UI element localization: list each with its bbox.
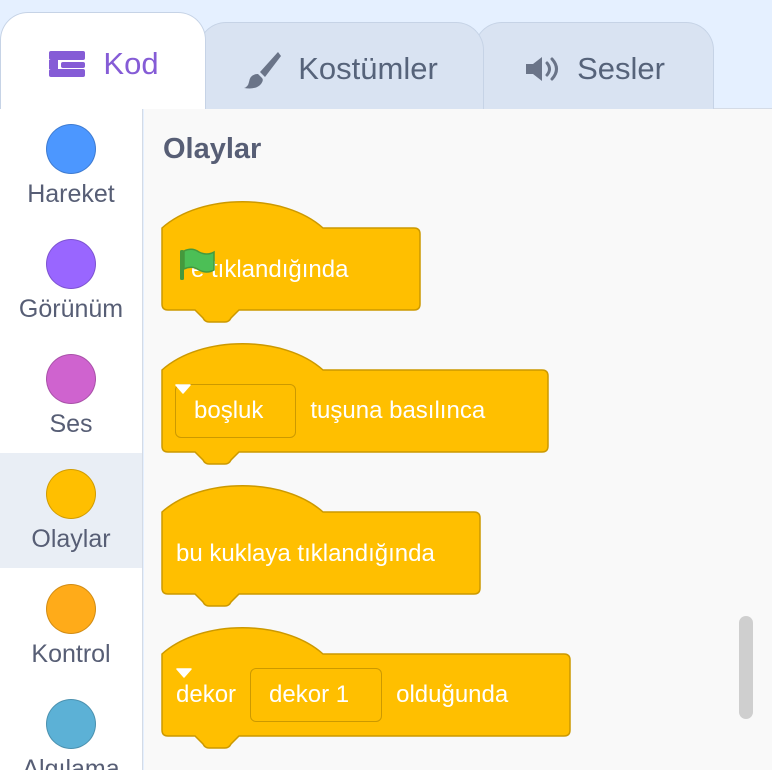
- backdrop-select-dropdown[interactable]: dekor 1: [176, 668, 383, 722]
- palette-scrollbar[interactable]: [739, 616, 753, 719]
- category-label: Kontrol: [31, 640, 111, 668]
- when-sprite-clicked-block[interactable]: bu kuklaya tıklandığında: [161, 484, 483, 610]
- dropdown-value: boşluk: [194, 397, 264, 424]
- category-label: Olaylar: [31, 525, 111, 553]
- category-label: Görünüm: [18, 295, 124, 323]
- when-flag-clicked-block[interactable]: e tıklandığında: [161, 200, 423, 325]
- category-looks-dot: [46, 239, 96, 289]
- paintbrush-icon: [244, 49, 282, 89]
- code-blocks-icon: [47, 49, 87, 79]
- category-control-dot: [46, 584, 96, 634]
- category-events[interactable]: Olaylar: [0, 453, 142, 568]
- category-menu: Hareket Görünüm Ses Olaylar Kontrol Algı…: [0, 108, 143, 770]
- tab-sounds-label: Sesler: [577, 51, 665, 86]
- category-label: Hareket: [27, 180, 115, 208]
- block-text-prefix: dekor: [176, 681, 237, 708]
- tab-code-label: Kod: [103, 46, 159, 81]
- category-motion-dot: [46, 124, 96, 174]
- category-control[interactable]: Kontrol: [0, 568, 142, 683]
- category-sensing[interactable]: Algılama: [0, 683, 142, 770]
- key-select-dropdown[interactable]: boşluk: [175, 384, 297, 438]
- category-events-dot: [46, 469, 96, 519]
- when-backdrop-switches-block[interactable]: dekor dekor 1 olduğunda: [161, 626, 573, 752]
- block-text: tuşuna basılınca: [310, 397, 486, 424]
- tab-costumes[interactable]: Kostümler: [198, 22, 484, 109]
- category-label: Algılama: [22, 755, 120, 770]
- speaker-icon: [523, 54, 561, 84]
- dropdown-value: dekor 1: [269, 681, 350, 708]
- block-text: olduğunda: [396, 681, 509, 708]
- palette-section-title: Olaylar: [163, 133, 262, 165]
- category-looks[interactable]: Görünüm: [0, 223, 142, 338]
- category-sound[interactable]: Ses: [0, 338, 142, 453]
- category-label: Ses: [49, 410, 93, 438]
- tab-sounds[interactable]: Sesler: [474, 22, 714, 109]
- category-motion[interactable]: Hareket: [0, 108, 142, 223]
- editor-tabs: Sesler Kostümler Kod: [0, 0, 772, 109]
- when-key-pressed-block[interactable]: boşluk tuşuna basılınca: [161, 342, 551, 468]
- category-sound-dot: [46, 354, 96, 404]
- block-text: bu kuklaya tıklandığında: [176, 540, 435, 567]
- tab-code[interactable]: Kod: [0, 12, 206, 109]
- tab-costumes-label: Kostümler: [298, 51, 438, 86]
- category-sensing-dot: [46, 699, 96, 749]
